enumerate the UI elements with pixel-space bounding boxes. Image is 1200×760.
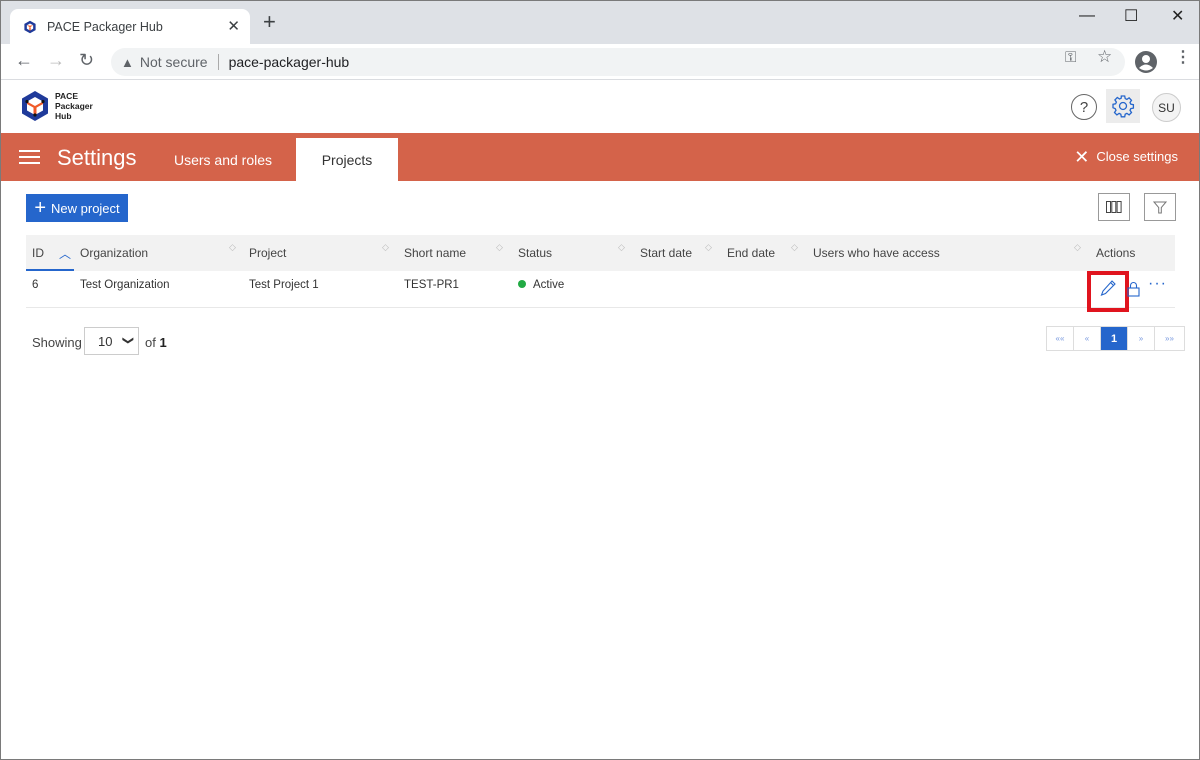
minimize-icon[interactable]: — (1079, 7, 1095, 25)
lock-icon[interactable] (1127, 281, 1140, 297)
pagination: «« « 1 » »» (1046, 326, 1185, 351)
more-actions-icon[interactable]: ··· (1148, 275, 1167, 293)
close-settings-button[interactable]: ✕ Close settings (1074, 146, 1178, 167)
next-page-button[interactable]: » (1128, 327, 1155, 350)
browser-menu-icon[interactable]: ⋮ (1175, 47, 1191, 67)
of-label: of (145, 335, 156, 350)
total-pages-value: 1 (159, 335, 167, 350)
cell-id: 6 (32, 279, 39, 291)
logo-text: PACE Packager Hub (55, 91, 93, 121)
hamburger-menu-icon[interactable] (19, 150, 40, 168)
help-button[interactable]: ? (1071, 94, 1097, 120)
tab-projects[interactable]: Projects (296, 138, 398, 181)
new-tab-button[interactable]: + (263, 11, 276, 33)
filter-icon (1153, 201, 1167, 213)
column-header-users[interactable]: Users who have access (813, 246, 940, 260)
logo-line: Packager (55, 101, 93, 111)
previous-page-button[interactable]: « (1074, 327, 1101, 350)
sort-icon[interactable]: ◇ (705, 243, 712, 252)
cell-short-name: TEST-PR1 (404, 279, 459, 291)
logo-line: Hub (55, 111, 72, 121)
forward-icon[interactable]: → (47, 50, 65, 71)
help-icon: ? (1079, 98, 1089, 116)
cell-status: Active (518, 279, 564, 291)
pace-logo-icon[interactable] (19, 89, 51, 123)
column-header-end-date[interactable]: End date (727, 246, 775, 260)
bookmark-star-icon[interactable]: ☆ (1097, 47, 1112, 67)
back-icon[interactable]: ← (15, 50, 33, 71)
url-text: pace-packager-hub (228, 54, 350, 70)
gear-icon (1112, 95, 1135, 118)
close-settings-label: Close settings (1096, 149, 1178, 164)
browser-titlebar: PACE Packager Hub ✕ + — ☐ ✕ (1, 1, 1199, 44)
window-close-icon[interactable]: ✕ (1171, 6, 1184, 26)
address-bar: ← → ↻ ▲ Not secure pace-packager-hub ⚿ ☆… (1, 44, 1199, 80)
sort-icon[interactable]: ◇ (229, 243, 236, 252)
warning-icon: ▲ (121, 54, 134, 70)
key-icon[interactable]: ⚿ (1065, 49, 1076, 66)
tab-close-icon[interactable]: ✕ (227, 17, 240, 35)
column-header-short-name[interactable]: Short name (404, 246, 466, 260)
reload-icon[interactable]: ↻ (79, 50, 94, 71)
settings-title: Settings (57, 145, 137, 170)
page-1-button[interactable]: 1 (1101, 327, 1128, 350)
sort-ascending-icon[interactable]: ︿ (59, 245, 71, 262)
cell-organization: Test Organization (80, 279, 170, 291)
app-header: PACE Packager Hub ? SU (1, 81, 1199, 133)
columns-icon (1106, 201, 1122, 213)
column-header-id[interactable]: ID (32, 246, 44, 260)
edit-pencil-icon[interactable] (1099, 279, 1117, 297)
table-row[interactable]: 6 Test Organization Test Project 1 TEST-… (26, 271, 1175, 312)
column-header-organization[interactable]: Organization (80, 246, 148, 260)
tab-users-and-roles[interactable]: Users and roles (151, 138, 295, 181)
divider (217, 54, 219, 70)
new-project-button[interactable]: + New project (26, 194, 128, 222)
chevron-down-icon: ❯ (121, 335, 134, 346)
logo-line: PACE (55, 91, 78, 101)
sort-icon[interactable]: ◇ (618, 243, 625, 252)
new-project-label: New project (51, 200, 120, 216)
first-page-button[interactable]: «« (1047, 327, 1074, 350)
app-favicon-icon (24, 20, 36, 33)
filter-button[interactable] (1144, 193, 1176, 221)
column-header-project[interactable]: Project (249, 246, 286, 260)
settings-button[interactable] (1106, 89, 1140, 123)
status-label: Active (533, 279, 565, 291)
url-input[interactable]: ▲ Not secure pace-packager-hub (111, 48, 1125, 76)
columns-button[interactable] (1098, 193, 1130, 221)
maximize-icon[interactable]: ☐ (1124, 6, 1138, 26)
browser-tab[interactable]: PACE Packager Hub ✕ (10, 9, 250, 44)
column-header-start-date[interactable]: Start date (640, 246, 692, 260)
column-header-actions: Actions (1096, 246, 1136, 260)
profile-icon[interactable] (1135, 51, 1157, 73)
status-dot-icon (518, 280, 526, 288)
cell-project: Test Project 1 (249, 279, 319, 291)
sort-icon[interactable]: ◇ (791, 243, 798, 252)
plus-icon: + (34, 197, 47, 219)
sort-icon[interactable]: ◇ (496, 243, 503, 252)
security-label: Not secure (139, 54, 208, 70)
sort-icon[interactable]: ◇ (1074, 243, 1081, 252)
page-size-value: 10 (98, 333, 113, 349)
table-header: ID ︿ Organization ◇ Project ◇ Short name… (26, 235, 1175, 271)
total-pages-text: of 1 (145, 335, 167, 350)
page-size-select[interactable]: 10 ❯ (84, 327, 139, 355)
column-header-status[interactable]: Status (518, 246, 552, 260)
sort-icon[interactable]: ◇ (382, 243, 389, 252)
last-page-button[interactable]: »» (1155, 327, 1184, 350)
tab-title: PACE Packager Hub (47, 19, 163, 34)
user-avatar[interactable]: SU (1152, 93, 1181, 122)
showing-label: Showing (32, 335, 82, 350)
settings-bar: Settings Users and roles Projects ✕ Clos… (1, 133, 1199, 181)
close-icon: ✕ (1074, 146, 1090, 167)
